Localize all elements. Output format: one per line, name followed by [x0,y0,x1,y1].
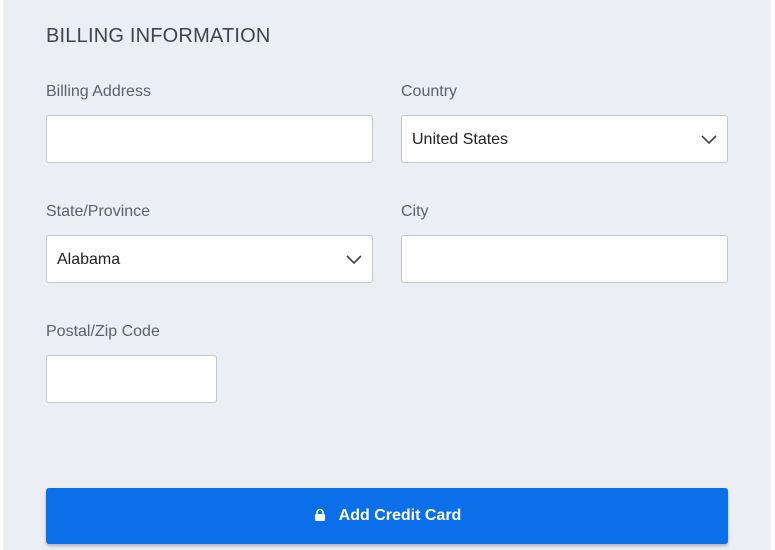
state-province-label: State/Province [46,203,151,220]
add-credit-card-button[interactable]: Add Credit Card [46,488,728,544]
country-select[interactable]: United States [401,115,728,163]
state-province-select[interactable]: Alabama [46,235,373,283]
city-label: City [401,203,429,220]
billing-panel: BILLING INFORMATION Billing Address Coun… [3,0,771,550]
chevron-down-icon [346,255,362,265]
country-selected-value: United States [412,131,509,148]
chevron-down-icon [701,135,717,145]
postal-code-label: Postal/Zip Code [46,323,160,340]
postal-code-field-wrapper [46,355,217,403]
state-selected-value: Alabama [57,251,121,268]
lock-icon [314,508,325,521]
billing-address-label: Billing Address [46,83,151,100]
country-label: Country [401,83,458,100]
city-input[interactable] [402,236,727,282]
add-credit-card-label: Add Credit Card [338,507,462,524]
postal-code-input[interactable] [47,356,216,402]
billing-address-field-wrapper [46,115,373,163]
city-field-wrapper [401,235,728,283]
section-title: BILLING INFORMATION [46,25,271,47]
billing-address-input[interactable] [47,116,372,162]
